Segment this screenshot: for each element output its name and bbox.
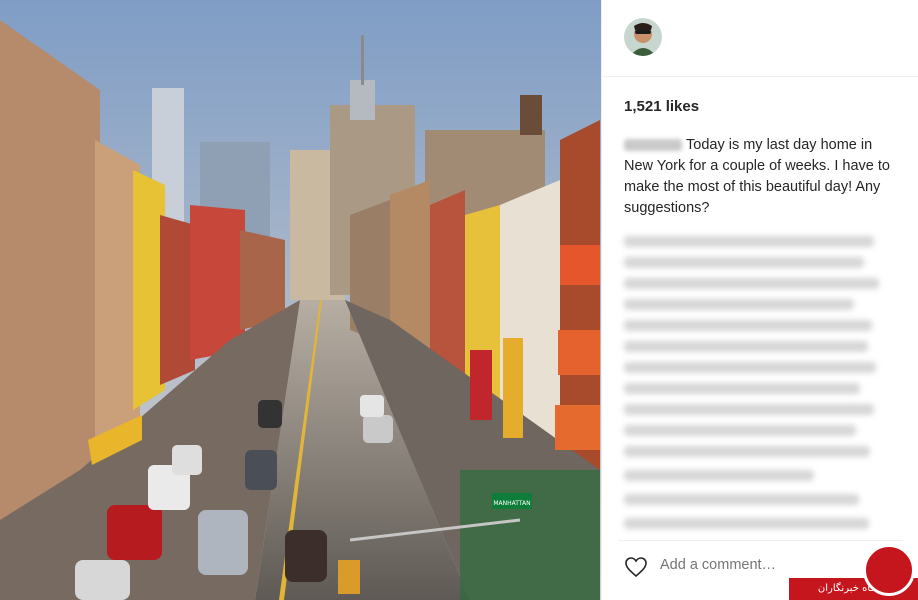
post-header <box>602 0 918 77</box>
post-sidebar: 1,521 likes Today is my last day home in… <box>601 0 918 600</box>
watermark-logo <box>863 544 915 596</box>
likes-count[interactable]: 1,521 likes <box>624 98 699 115</box>
post-caption: Today is my last day home in New York fo… <box>624 135 894 219</box>
blurred-caption-continuation <box>624 226 894 467</box>
street-sign: MANHATTAN <box>493 500 530 507</box>
comment-item <box>624 518 884 529</box>
watermark-badge: باشگاه خبرنگاران <box>779 535 918 600</box>
caption-username[interactable] <box>624 139 682 152</box>
comment-item <box>624 470 884 481</box>
comment-item <box>624 494 884 505</box>
post-photo[interactable]: MANHATTAN <box>0 0 601 600</box>
heart-icon[interactable] <box>624 556 648 578</box>
avatar[interactable] <box>624 18 662 56</box>
